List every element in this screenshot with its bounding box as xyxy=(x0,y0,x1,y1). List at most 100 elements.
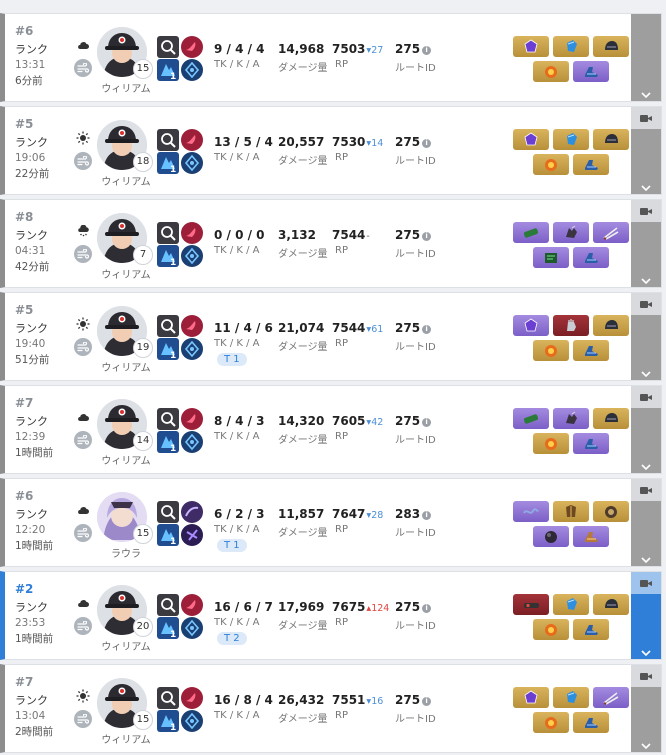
info-icon[interactable]: i xyxy=(422,325,432,334)
silver-glove-item-icon[interactable] xyxy=(553,315,589,336)
green-cannon-item-icon[interactable] xyxy=(513,408,549,429)
match-row[interactable]: #2 ランク 23:53 1時間前 20 ウィリアム 1 16 / 6 / 7 TK / K /… xyxy=(0,571,662,660)
chevron-down-icon[interactable] xyxy=(640,85,652,99)
expand-panel[interactable] xyxy=(631,14,661,101)
expand-panel[interactable] xyxy=(631,572,661,659)
chevron-down-icon[interactable] xyxy=(640,271,652,285)
dark-helmet-item-icon[interactable] xyxy=(593,36,629,57)
video-camera-icon[interactable] xyxy=(631,479,661,501)
route-value: 275 i xyxy=(395,693,432,707)
game-mode: ランク xyxy=(15,229,48,242)
video-camera-icon[interactable] xyxy=(631,572,661,594)
wind-weather-icon xyxy=(74,59,92,77)
match-row[interactable]: #6 ランク 13:31 6分前 15 ウィリアム 1 9 / 4 / 4 TK / K / A… xyxy=(0,13,662,102)
kda-value: 13 / 5 / 4 xyxy=(214,135,273,149)
video-camera-icon[interactable] xyxy=(631,107,661,129)
blue-boots-item-icon[interactable] xyxy=(573,340,609,361)
video-camera-icon[interactable] xyxy=(631,386,661,408)
dark-helmet-item-icon[interactable] xyxy=(593,408,629,429)
expand-panel[interactable] xyxy=(631,107,661,194)
blue-boots-item-icon[interactable] xyxy=(573,61,609,82)
tactical-skill-icon xyxy=(157,129,179,151)
blue-gauntlet-item-icon[interactable] xyxy=(553,687,589,708)
expand-panel[interactable] xyxy=(631,200,661,287)
expand-panel[interactable] xyxy=(631,665,661,752)
info-icon[interactable]: i xyxy=(422,46,432,55)
bronze-armor-item-icon[interactable] xyxy=(553,501,589,522)
route-label: ルートID xyxy=(395,63,436,74)
expand-panel[interactable] xyxy=(631,386,661,473)
chain-whip-item-icon[interactable] xyxy=(513,501,549,522)
time-ago: 42分前 xyxy=(15,261,50,273)
blue-gauntlet-item-icon[interactable] xyxy=(553,36,589,57)
twin-swords-item-icon[interactable] xyxy=(593,222,629,243)
info-icon[interactable]: i xyxy=(422,139,432,148)
gold-boots-item-icon[interactable] xyxy=(573,526,609,547)
blue-boots-item-icon[interactable] xyxy=(573,154,609,175)
placement-rank: #5 xyxy=(15,117,34,131)
chevron-down-icon[interactable] xyxy=(640,643,652,657)
info-icon[interactable]: i xyxy=(422,697,432,706)
orange-charm-item-icon[interactable] xyxy=(533,619,569,640)
video-camera-icon[interactable] xyxy=(631,665,661,687)
orange-charm-item-icon[interactable] xyxy=(533,340,569,361)
blue-gauntlet-item-icon[interactable] xyxy=(553,594,589,615)
purple-gem-item-icon[interactable] xyxy=(513,129,549,150)
blue-boots-item-icon[interactable] xyxy=(573,247,609,268)
route-label: ルートID xyxy=(395,621,436,632)
claw-glove-item-icon[interactable] xyxy=(553,408,589,429)
info-icon[interactable]: i xyxy=(422,604,432,613)
blue-boots-item-icon[interactable] xyxy=(573,712,609,733)
red-launcher-item-icon[interactable] xyxy=(513,594,549,615)
character-name: ウィリアム xyxy=(101,270,151,281)
dark-helmet-item-icon[interactable] xyxy=(593,594,629,615)
rp-change: ▾28 xyxy=(366,510,384,521)
dark-helmet-item-icon[interactable] xyxy=(593,129,629,150)
info-icon[interactable]: i xyxy=(422,418,432,427)
purple-gem-item-icon[interactable] xyxy=(513,315,549,336)
round-shield-item-icon[interactable] xyxy=(593,501,629,522)
match-row[interactable]: #7 ランク 12:39 1時間前 14 ウィリアム 1 8 / 4 / 3 TK / K / … xyxy=(0,385,662,474)
rp-label: RP xyxy=(335,152,348,163)
orange-charm-item-icon[interactable] xyxy=(533,433,569,454)
blue-gauntlet-item-icon[interactable] xyxy=(553,129,589,150)
chevron-down-icon[interactable] xyxy=(640,457,652,471)
expand-panel[interactable] xyxy=(631,479,661,566)
match-duration: 04:31 xyxy=(15,245,46,257)
character-level: 14 xyxy=(133,431,153,451)
chevron-down-icon[interactable] xyxy=(640,178,652,192)
blue-boots-item-icon[interactable] xyxy=(573,619,609,640)
match-row[interactable]: #6 ランク 12:20 1時間前 15 ラウラ 1 6 / 2 / 3 TK / K / A T… xyxy=(0,478,662,567)
info-icon[interactable]: i xyxy=(422,511,432,520)
expand-panel[interactable] xyxy=(631,293,661,380)
video-camera-icon[interactable] xyxy=(631,293,661,315)
match-row[interactable]: #8 ランク 04:31 42分前 7 ウィリアム 1 0 / 0 / 0 TK / K / A… xyxy=(0,199,662,288)
chevron-down-icon[interactable] xyxy=(640,364,652,378)
claw-glove-item-icon[interactable] xyxy=(553,222,589,243)
kda-value: 16 / 8 / 4 xyxy=(214,693,273,707)
match-row[interactable]: #7 ランク 13:04 2時間前 15 ウィリアム 1 16 / 8 / 4 TK / K /… xyxy=(0,664,662,753)
chevron-down-icon[interactable] xyxy=(640,736,652,750)
blue-boots-item-icon[interactable] xyxy=(573,433,609,454)
purple-gem-item-icon[interactable] xyxy=(513,36,549,57)
dark-helmet-item-icon[interactable] xyxy=(593,315,629,336)
rp-number: 7530 xyxy=(332,135,366,149)
green-circuit-item-icon[interactable] xyxy=(533,247,569,268)
kda-value: 9 / 4 / 4 xyxy=(214,42,265,56)
kda-label: TK / K / A xyxy=(214,152,260,163)
sub-trait-icon xyxy=(181,524,203,546)
info-icon[interactable]: i xyxy=(422,232,432,241)
purple-gem-item-icon[interactable] xyxy=(513,687,549,708)
video-camera-icon[interactable] xyxy=(631,200,661,222)
orange-charm-item-icon[interactable] xyxy=(533,61,569,82)
dark-orb-item-icon[interactable] xyxy=(533,526,569,547)
chevron-down-icon[interactable] xyxy=(640,550,652,564)
match-row[interactable]: #5 ランク 19:40 51分前 19 ウィリアム 1 11 / 4 / 6 TK / K /… xyxy=(0,292,662,381)
orange-charm-item-icon[interactable] xyxy=(533,712,569,733)
twin-swords-item-icon[interactable] xyxy=(593,687,629,708)
green-cannon-item-icon[interactable] xyxy=(513,222,549,243)
character-name: ウィリアム xyxy=(101,735,151,746)
match-row[interactable]: #5 ランク 19:06 22分前 18 ウィリアム 1 13 / 5 / 4 TK / K /… xyxy=(0,106,662,195)
orange-charm-item-icon[interactable] xyxy=(533,154,569,175)
main-trait-icon xyxy=(181,129,203,151)
